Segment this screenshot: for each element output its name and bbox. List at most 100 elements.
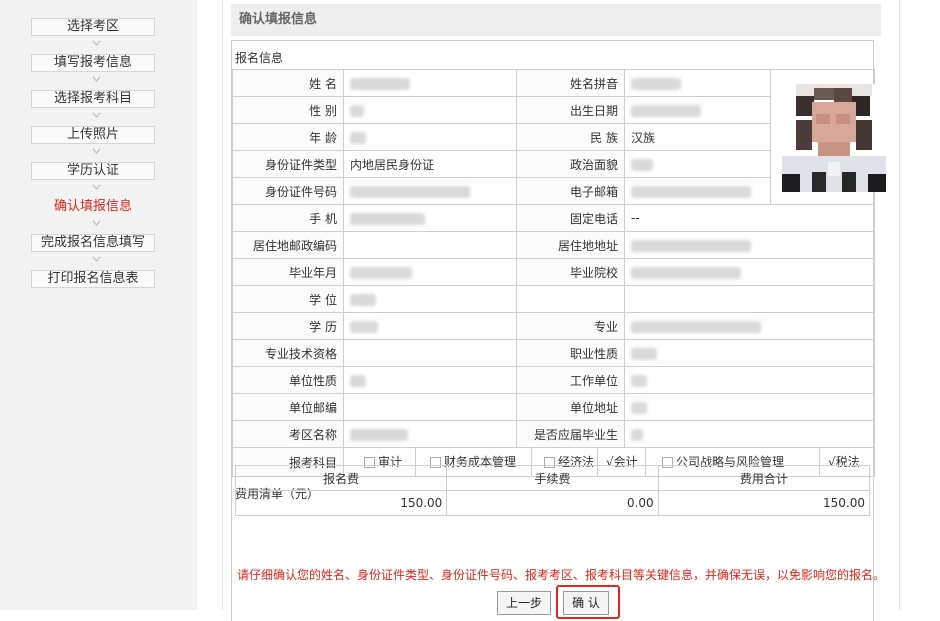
step-complete-registration[interactable]: 完成报名信息填写 [31,234,155,252]
value-political [624,150,771,178]
value-qualification [343,339,517,367]
info-frame: 报名信息 姓 名 姓名拼音 性 别 出生日期 年 龄 民 族 汉族 身份证件类型… [231,40,886,621]
label-unit-addr: 单位地址 [516,393,625,421]
value-name-pinyin [624,69,771,97]
step-upload-photo[interactable]: 上传照片 [31,126,155,144]
value-address [624,231,875,259]
label-job-type: 职业性质 [516,339,625,367]
empty-cell [516,285,625,313]
value-birth [624,96,771,124]
label-id-no: 身份证件号码 [232,177,344,205]
table-row: 姓 名 姓名拼音 [232,69,875,205]
fee-header-total: 费用合计 [657,465,871,491]
value-exam-area [343,420,517,448]
step-fill-info[interactable]: 填写报考信息 [31,54,155,72]
label-fresh-grad: 是否应届毕业生 [516,420,625,448]
value-mobile [343,204,517,232]
step-education-verify[interactable]: 学历认证 [31,162,155,180]
chevron-down-icon [92,148,101,154]
label-unit: 工作单位 [516,366,625,394]
label-political: 政治面貌 [516,150,625,178]
label-name: 姓 名 [232,69,344,97]
label-age: 年 龄 [232,123,344,151]
confirm-button[interactable]: 确 认 [563,591,609,615]
value-age [343,123,517,151]
table-row: 报名费 手续费 费用合计 [234,465,871,491]
step-select-area[interactable]: 选择考区 [31,18,155,36]
table-row: 单位邮编 单位地址 [232,393,875,421]
fee-value-total: 150.00 [657,490,871,516]
fee-header-service: 手续费 [446,465,659,491]
info-section-title: 报名信息 [235,51,284,65]
label-gender: 性 别 [232,96,344,124]
value-id-no [343,177,517,205]
empty-cell [624,285,875,313]
label-qualification: 专业技术资格 [232,339,344,367]
label-ethnicity: 民 族 [516,123,625,151]
value-grad-date [343,258,517,286]
label-school: 毕业院校 [516,258,625,286]
value-unit [624,366,875,394]
table-row: 单位性质 工作单位 [232,366,875,394]
page-title: 确认填报信息 [231,4,881,36]
label-address: 居住地地址 [516,231,625,259]
value-job-type [624,339,875,367]
value-ethnicity: 汉族 [624,123,771,151]
table-row: 专业技术资格 职业性质 [232,339,875,367]
chevron-down-icon [92,256,101,262]
prev-button[interactable]: 上一步 [497,591,551,615]
value-fresh-grad [624,420,875,448]
table-row: 毕业年月 毕业院校 [232,258,875,286]
label-major: 专业 [516,312,625,340]
chevron-down-icon [92,112,101,118]
value-unit-post [343,393,517,421]
chevron-down-icon [92,220,101,226]
value-education [343,312,517,340]
label-name-pinyin: 姓名拼音 [516,69,625,97]
photo-image [782,84,886,192]
fee-value-service: 0.00 [446,490,659,516]
value-name [343,69,517,97]
value-postcode [343,231,517,259]
warning-text: 请仔细确认您的姓名、身份证件类型、身份证件号码、报考考区、报考科目等关键信息，并… [237,568,886,582]
label-mobile: 手 机 [232,204,344,232]
table-row: 150.00 0.00 150.00 [234,490,871,516]
value-unit-addr [624,393,875,421]
label-unit-post: 单位邮编 [232,393,344,421]
fee-table: 报名费 手续费 费用合计 150.00 0.00 150.00 [234,465,871,516]
table-row: 学 位 [232,285,875,313]
applicant-photo [782,84,886,192]
step-sidebar: 选择考区 填写报考信息 选择报考科目 上传照片 学历认证 确认填报信息 完成报名… [0,0,197,610]
step-confirm-info[interactable]: 确认填报信息 [31,198,155,216]
label-grad-date: 毕业年月 [232,258,344,286]
fee-header-registration: 报名费 [234,465,448,491]
chevron-down-icon [92,76,101,82]
value-unit-type [343,366,517,394]
chevron-down-icon [92,40,101,46]
value-id-type: 内地居民身份证 [343,150,517,178]
value-major [624,312,875,340]
table-row: 居住地邮政编码 居住地地址 [232,231,875,259]
value-phone: -- [624,204,875,232]
table-row: 手 机 固定电话 -- [232,204,875,232]
step-print-form[interactable]: 打印报名信息表 [31,270,155,288]
label-degree: 学 位 [232,285,344,313]
label-id-type: 身份证件类型 [232,150,344,178]
value-degree [343,285,517,313]
label-phone: 固定电话 [516,204,625,232]
fee-value-registration: 150.00 [234,490,448,516]
table-row: 学 历 专业 [232,312,875,340]
step-select-subjects[interactable]: 选择报考科目 [31,90,155,108]
label-education: 学 历 [232,312,344,340]
label-birth: 出生日期 [516,96,625,124]
chevron-down-icon [92,184,101,190]
value-email [624,177,771,205]
value-school [624,258,875,286]
label-unit-type: 单位性质 [232,366,344,394]
label-email: 电子邮箱 [516,177,625,205]
info-table: 姓 名 姓名拼音 性 别 出生日期 年 龄 民 族 汉族 身份证件类型 内地居民 [232,69,875,477]
value-gender [343,96,517,124]
label-postcode: 居住地邮政编码 [232,231,344,259]
label-exam-area: 考区名称 [232,420,344,448]
table-row: 考区名称 是否应届毕业生 [232,420,875,448]
